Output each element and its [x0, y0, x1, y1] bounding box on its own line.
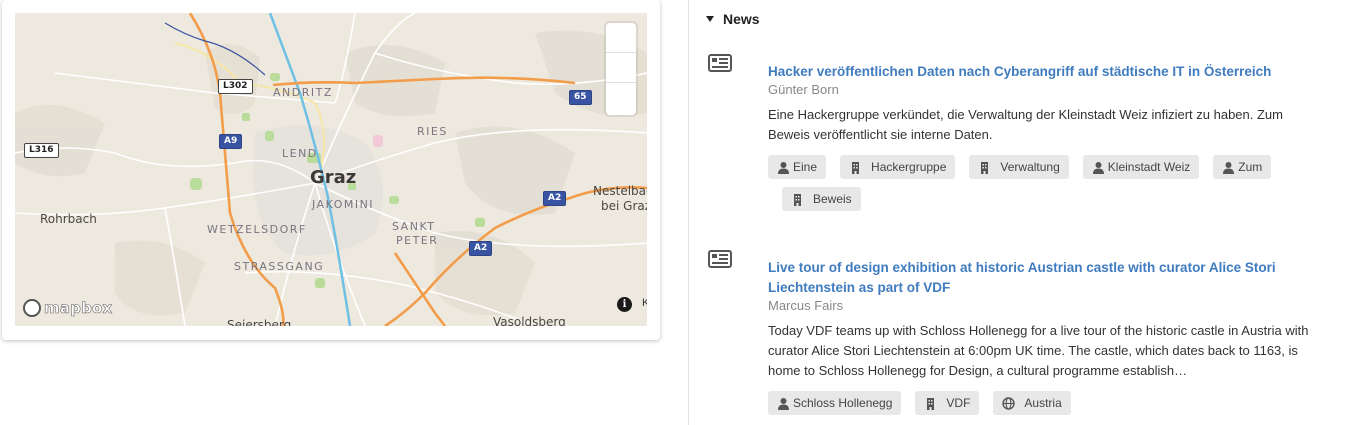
newspaper-icon	[708, 250, 732, 268]
tag-label: VDF	[946, 396, 971, 410]
zoom-out-button[interactable]	[606, 53, 636, 83]
map-label-nestelbach-2: bei Graz	[601, 199, 647, 213]
map-label-ries: RIES	[417, 125, 448, 138]
person-icon	[778, 397, 789, 410]
map-label-vasoldsberg: Vasoldsberg	[493, 315, 566, 326]
tag-person[interactable]: Zum	[1213, 155, 1272, 179]
map-label-lend: LEND	[282, 147, 318, 160]
mapbox-logo-icon	[23, 299, 41, 317]
tag-label: Zum	[1238, 160, 1263, 174]
road-shield-l316: L316	[24, 143, 59, 158]
map-label-andritz: ANDRITZ	[273, 86, 333, 99]
building-icon	[981, 161, 989, 174]
tag-label: Eine	[793, 160, 818, 174]
tag-organization[interactable]: Verwaltung	[969, 155, 1069, 179]
tag-label: Verwaltung	[1000, 160, 1060, 174]
map-label-wetzelsdorf: WETZELSDORF	[207, 223, 307, 236]
tag-list: Eine Hackergruppe Verwaltung Kleinstadt …	[768, 155, 1328, 211]
globe-icon	[1002, 396, 1016, 410]
tag-place[interactable]: Austria	[993, 391, 1071, 415]
news-summary: Today VDF teams up with Schloss Holleneg…	[768, 323, 1309, 378]
news-item-body: Live tour of design exhibition at histor…	[768, 258, 1328, 415]
news-title-link[interactable]: Hacker veröffentlichen Daten nach Cybera…	[768, 62, 1328, 82]
tag-label: Austria	[1024, 396, 1062, 410]
building-icon	[927, 397, 935, 410]
map-label-sankt: SANKT	[392, 220, 436, 233]
tag-label: Kleinstadt Weiz	[1107, 160, 1191, 174]
tag-list: Schloss Hollenegg VDF Austria	[768, 391, 1328, 415]
news-author: Günter Born	[768, 82, 839, 97]
tag-organization[interactable]: VDF	[915, 391, 980, 415]
newspaper-icon	[708, 54, 732, 72]
map-label-graz: Graz	[310, 167, 357, 188]
news-section-toggle[interactable]: News	[706, 11, 760, 27]
map-label-seiersberg: Seiersberg	[227, 318, 292, 326]
road-shield-a2-east: A2	[543, 191, 567, 206]
building-icon	[852, 161, 860, 174]
compass-button[interactable]	[606, 83, 636, 113]
building-icon	[794, 193, 801, 206]
person-icon	[778, 161, 789, 174]
panel-divider	[688, 0, 689, 425]
news-item-body: Hacker veröffentlichen Daten nach Cybera…	[768, 62, 1328, 211]
map-label-nestelbach: Nestelbach	[593, 184, 647, 198]
news-summary: Eine Hackergruppe verkündet, die Verwalt…	[768, 107, 1283, 142]
map-card: ANDRITZ RIES LEND Graz JAKOMINI WETZELSD…	[2, 0, 660, 340]
tag-label: Beweis	[813, 192, 852, 206]
map-label-jakomini: JAKOMINI	[312, 198, 375, 211]
tag-organization[interactable]: Beweis	[782, 187, 861, 211]
mapbox-logo-text: mapbox	[44, 299, 113, 318]
tag-label: Schloss Hollenegg	[793, 396, 893, 410]
road-shield-l302: L302	[218, 79, 253, 94]
tag-person[interactable]: Eine	[768, 155, 827, 179]
mapbox-logo[interactable]: mapbox	[23, 298, 113, 318]
tag-person[interactable]: Schloss Hollenegg	[768, 391, 902, 415]
road-shield-65: 65	[569, 90, 592, 105]
tag-organization[interactable]: Hackergruppe	[840, 155, 956, 179]
road-shield-a2-south: A2	[469, 241, 493, 256]
person-icon	[1092, 161, 1104, 174]
person-icon	[1223, 161, 1235, 174]
tag-label: Hackergruppe	[871, 160, 947, 174]
map-canvas[interactable]: ANDRITZ RIES LEND Graz JAKOMINI WETZELSD…	[15, 13, 647, 326]
map-label-peter: PETER	[396, 234, 439, 247]
news-author: Marcus Fairs	[768, 298, 844, 313]
map-zoom-control	[606, 23, 636, 115]
attribution-text[interactable]: K	[642, 297, 647, 309]
tag-person[interactable]: Kleinstadt Weiz	[1082, 155, 1200, 179]
news-section-title: News	[723, 11, 760, 27]
road-shield-a9: A9	[219, 134, 243, 149]
info-icon[interactable]: i	[617, 297, 632, 312]
map-label-rohrbach: Rohrbach	[40, 212, 97, 226]
map-label-strassgang: STRASSGANG	[234, 260, 325, 273]
zoom-in-button[interactable]	[606, 23, 636, 53]
caret-down-icon	[706, 16, 714, 22]
news-title-link[interactable]: Live tour of design exhibition at histor…	[768, 258, 1328, 298]
